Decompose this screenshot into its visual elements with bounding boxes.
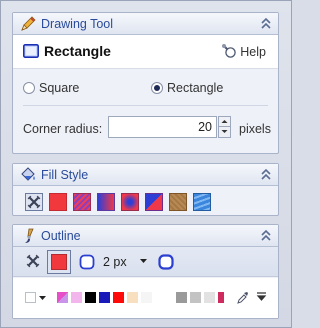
more-colors-icon[interactable] [256,291,267,303]
no-fill-button[interactable] [25,193,43,211]
spin-up-button[interactable] [218,116,231,127]
outline-panel: Outline 2 px [12,224,279,319]
pattern-fill-button[interactable] [169,193,187,211]
texture-fill-button[interactable] [193,193,211,211]
palette-swatch[interactable] [99,292,110,303]
rectangle-tool-icon [23,44,39,58]
tool-title: Rectangle [44,43,111,59]
two-color-fill-button[interactable] [145,193,163,211]
square-radio[interactable]: Square [23,81,79,95]
outline-toolbar: 2 px [13,247,278,277]
rectangle-radio-label: Rectangle [167,81,224,95]
palette-swatch[interactable] [190,292,201,303]
linear-gradient-fill-button[interactable] [97,193,115,211]
hatch-fill-button[interactable] [73,193,91,211]
palette-swatch[interactable] [218,292,224,303]
pencil-icon [21,16,36,31]
tool-name-row: Rectangle Help [13,35,278,69]
outline-header[interactable]: Outline [13,225,278,247]
line-join-icon[interactable] [158,254,174,270]
square-radio-button[interactable] [23,82,35,94]
palette-dropdown-chevron-icon[interactable] [38,295,47,302]
outline-width-value: 2 px [103,255,127,269]
radial-gradient-fill-button[interactable] [121,193,139,211]
corner-radius-label: Corner radius: [23,122,103,136]
no-outline-button[interactable] [25,253,43,271]
chevron-down-icon [221,130,228,133]
fill-style-title: Fill Style [41,168,89,182]
palette-swatch[interactable] [204,292,215,303]
palette-swatch[interactable] [127,292,138,303]
corner-radius-unit: pixels [239,122,271,136]
tool-options-pane: Drawing Tool Rectangle Help Square Recta… [0,0,292,328]
palette-swatch[interactable] [141,292,152,303]
chevron-up-icon [221,120,228,123]
palette-swatch[interactable] [85,292,96,303]
fill-style-header[interactable]: Fill Style [13,164,278,186]
outline-color-swatch [51,254,67,270]
rectangle-radio-button[interactable] [151,82,163,94]
solid-fill-button[interactable] [49,193,67,211]
square-radio-label: Square [39,81,80,95]
no-fill-icon [27,195,41,209]
brush-icon [25,228,34,243]
spin-down-button[interactable] [218,127,231,138]
rounded-corner-icon[interactable] [79,254,95,270]
help-link[interactable]: Help [221,43,266,59]
divider [23,105,268,106]
palette-swatch[interactable] [25,292,36,303]
drawing-tool-panel: Drawing Tool Rectangle Help Square Recta… [12,12,279,154]
color-palette [13,278,278,318]
width-dropdown-chevron-icon[interactable] [139,257,148,265]
help-icon [222,44,237,58]
drawing-tool-title: Drawing Tool [41,17,114,31]
no-outline-icon [26,254,40,268]
collapse-icon[interactable] [260,168,272,182]
drawing-tool-header[interactable]: Drawing Tool [13,13,278,35]
palette-swatch[interactable] [57,292,68,303]
collapse-icon[interactable] [260,229,272,243]
outline-color-button[interactable] [47,250,71,274]
palette-swatch[interactable] [176,292,187,303]
palette-swatch[interactable] [71,292,82,303]
palette-swatch[interactable] [113,292,124,303]
rectangle-radio[interactable]: Rectangle [151,81,223,95]
collapse-icon[interactable] [260,17,272,31]
fill-style-panel: Fill Style [12,163,279,216]
corner-radius-input[interactable]: 20 [108,116,217,138]
help-label: Help [240,45,266,59]
paint-bucket-icon [21,167,35,181]
corner-radius-spinner[interactable] [218,116,231,138]
outline-title: Outline [41,229,81,243]
eyedropper-icon[interactable] [237,291,249,304]
